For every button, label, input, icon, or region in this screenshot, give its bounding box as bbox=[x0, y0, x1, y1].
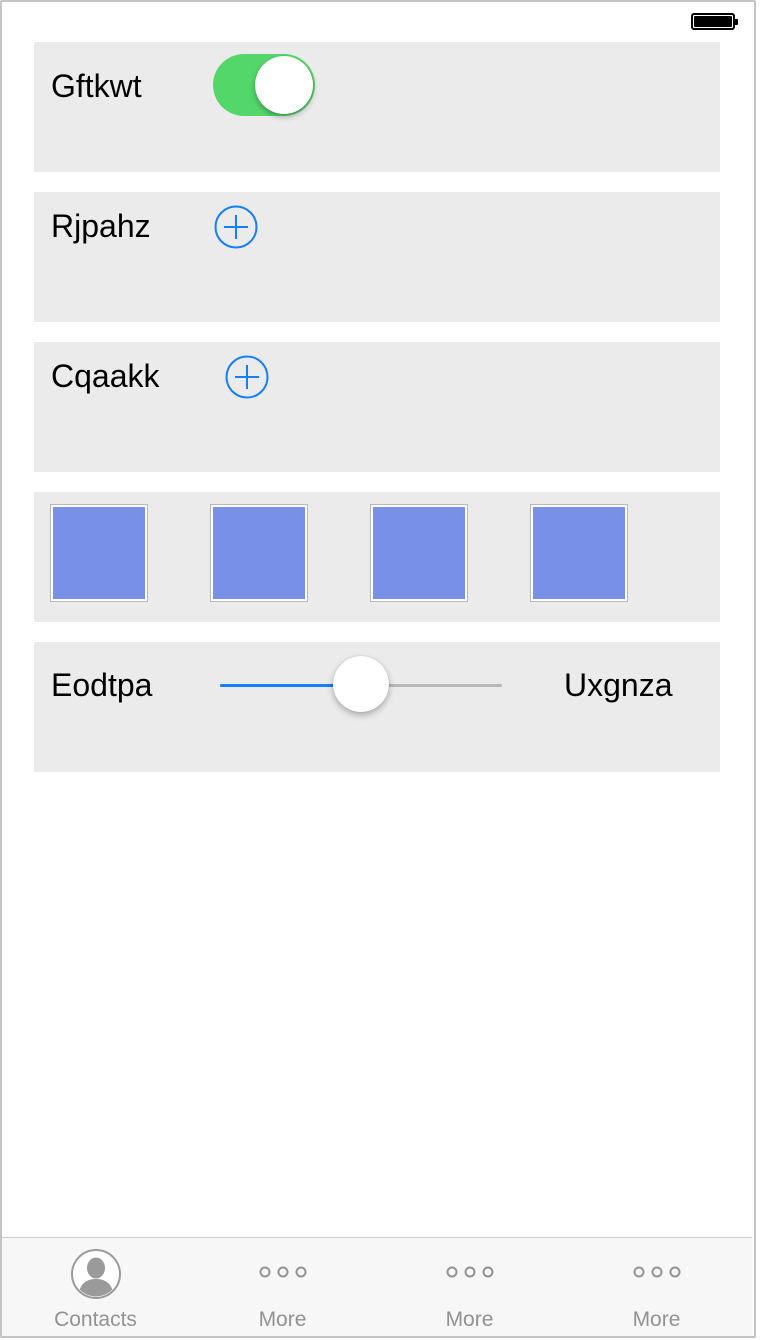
add-row-1: Rjpahz bbox=[34, 192, 720, 322]
switch-row: Gftkwt bbox=[34, 42, 720, 172]
add-circle-icon[interactable] bbox=[214, 205, 258, 249]
add-circle-icon[interactable] bbox=[225, 355, 269, 399]
tab-contacts[interactable]: Contacts bbox=[2, 1238, 189, 1336]
add-row-2: Cqaakk bbox=[34, 342, 720, 472]
tab-label: More bbox=[258, 1308, 307, 1331]
add-row-1-label: Rjpahz bbox=[51, 208, 151, 244]
add-row-2-label: Cqaakk bbox=[51, 358, 160, 394]
contacts-icon bbox=[70, 1249, 121, 1299]
tab-label: Contacts bbox=[54, 1308, 137, 1331]
more-icon bbox=[259, 1266, 306, 1278]
battery-full-icon bbox=[691, 13, 738, 30]
slider-max-label: Uxgnza bbox=[564, 667, 673, 703]
toggle-knob bbox=[255, 56, 313, 114]
thumbnail-3[interactable] bbox=[370, 504, 468, 602]
tab-more-2[interactable]: More bbox=[376, 1238, 563, 1336]
slider-row: Eodtpa Uxgnza bbox=[34, 642, 720, 772]
more-icon bbox=[633, 1266, 680, 1278]
tab-bar: Contacts More More More bbox=[2, 1237, 752, 1336]
tab-more-3[interactable]: More bbox=[563, 1238, 750, 1336]
thumbnail-2[interactable] bbox=[210, 504, 308, 602]
tab-label: More bbox=[445, 1308, 494, 1331]
toggle-switch[interactable] bbox=[213, 54, 315, 116]
slider-min-label: Eodtpa bbox=[51, 667, 153, 703]
tab-label: More bbox=[632, 1308, 681, 1331]
more-icon bbox=[446, 1266, 493, 1278]
tab-more-1[interactable]: More bbox=[189, 1238, 376, 1336]
thumbnail-row bbox=[34, 492, 720, 622]
slider-thumb[interactable] bbox=[333, 656, 389, 712]
thumbnail-1[interactable] bbox=[50, 504, 148, 602]
switch-label: Gftkwt bbox=[51, 68, 142, 104]
thumbnail-4[interactable] bbox=[530, 504, 628, 602]
